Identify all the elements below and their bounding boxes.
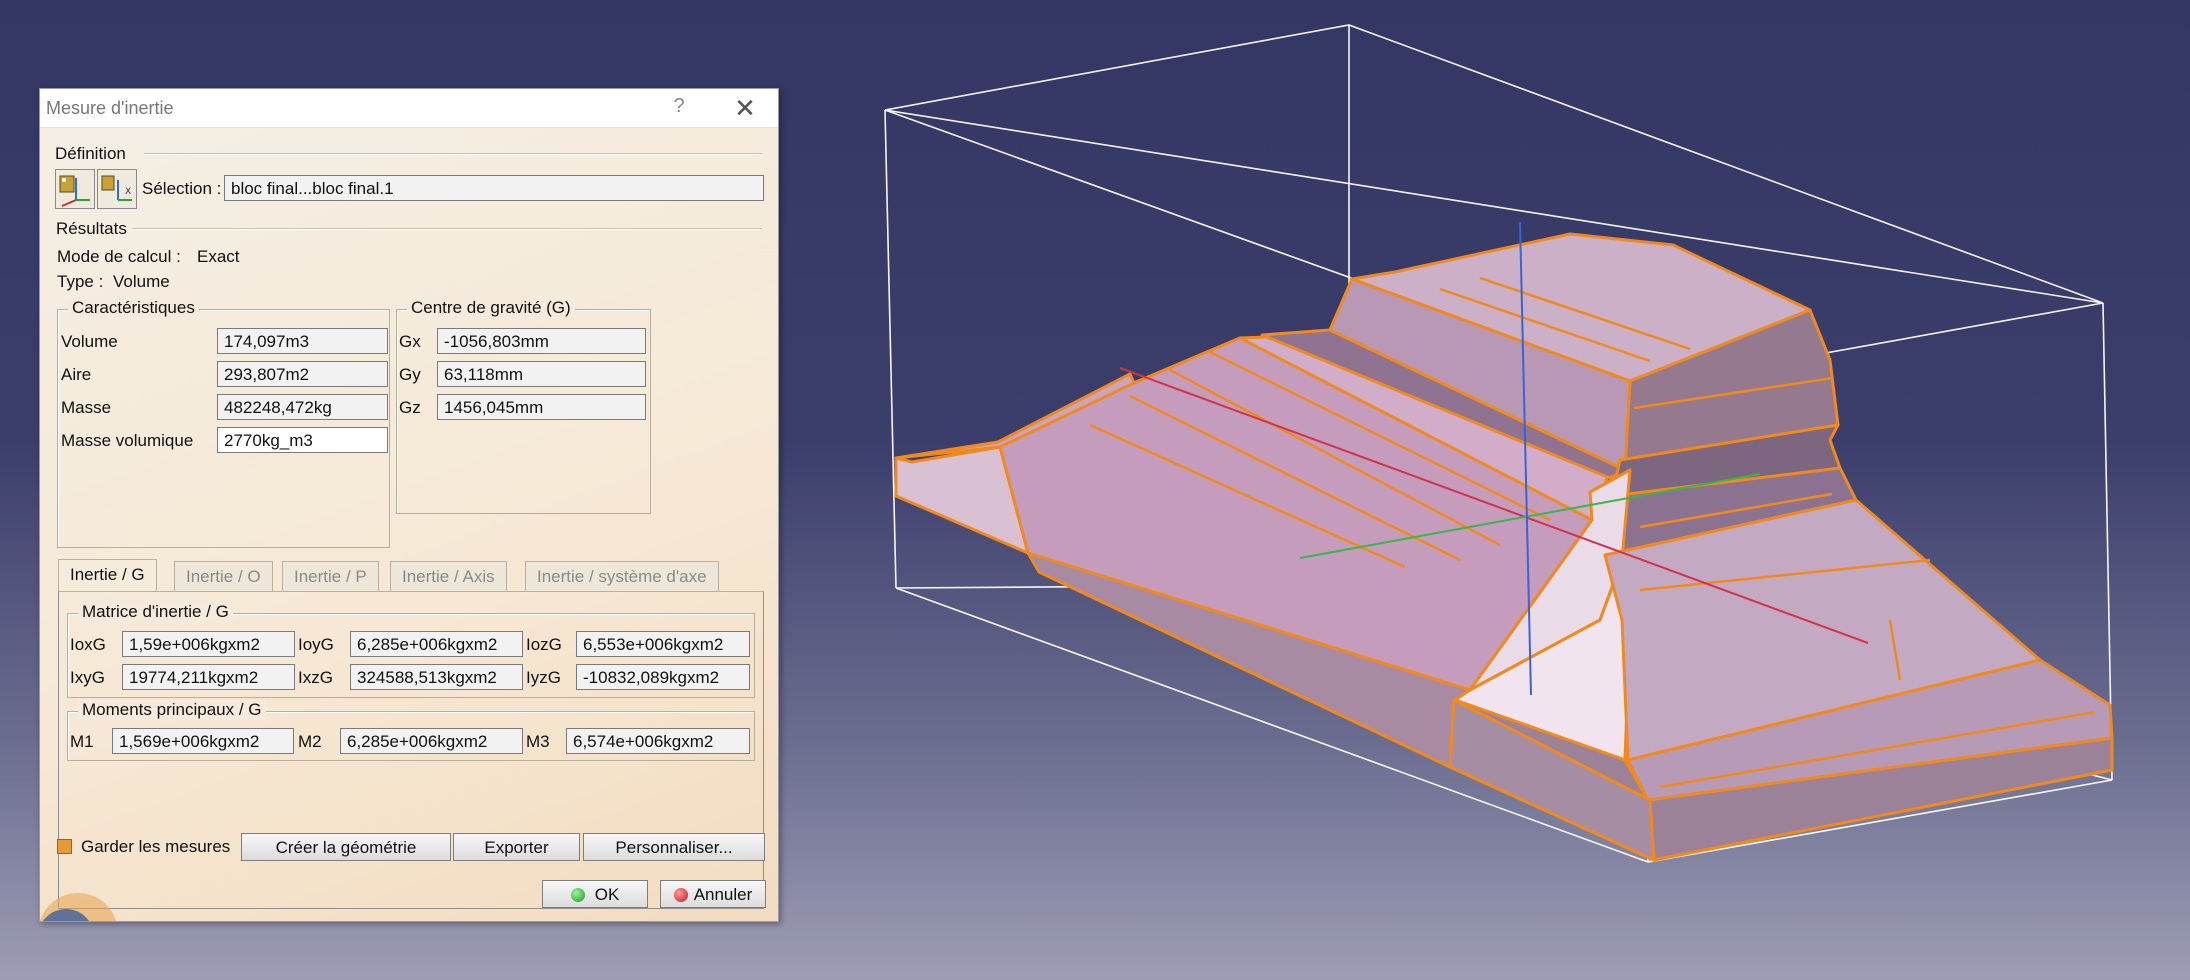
type-label: Type : (57, 272, 104, 291)
ixzg-label: IxzG (298, 668, 333, 687)
m3-label: M3 (526, 732, 550, 751)
ok-label: OK (594, 885, 620, 904)
tab-inertia-o[interactable]: Inertie / O (174, 561, 273, 591)
m1-field[interactable]: 1,569e+006kgxm2 (112, 728, 294, 754)
iozg-field[interactable]: 6,553e+006kgxm2 (576, 631, 750, 657)
gz-label: Gz (399, 398, 421, 417)
results-label: Résultats (56, 219, 127, 238)
ok-green-dot-icon (570, 888, 585, 902)
ixyg-field[interactable]: 19774,211kgxm2 (122, 664, 295, 690)
ok-button[interactable]: OK (542, 880, 648, 908)
tab-inertia-axis-system[interactable]: Inertie / système d'axe (525, 561, 719, 591)
gravity-center-title: Centre de gravité (G) (407, 298, 575, 318)
dialog-title: Mesure d'inertie (46, 98, 174, 118)
mode-label: Mode de calcul : (57, 247, 181, 266)
gx-field[interactable]: -1056,803mm (437, 328, 646, 354)
app-logo (40, 875, 116, 921)
measure-inertia-2d-icon[interactable]: X (97, 169, 137, 209)
cancel-red-dot-icon (673, 888, 688, 902)
measure-inertia-icon[interactable] (55, 169, 95, 209)
mode-value: Exact (197, 247, 240, 266)
ixzg-field[interactable]: 324588,513kgxm2 (350, 664, 523, 690)
inertia-measure-dialog: Mesure d'inertie ? ✕ Définition X Sélect… (39, 88, 779, 922)
m2-field[interactable]: 6,285e+006kgxm2 (340, 728, 523, 754)
dialog-title-bar[interactable]: Mesure d'inertie ? ✕ (40, 89, 778, 128)
m1-label: M1 (70, 732, 94, 751)
gx-label: Gx (399, 332, 421, 351)
density-label: Masse volumique (61, 431, 194, 450)
close-icon[interactable]: ✕ (730, 93, 760, 124)
ioyg-field[interactable]: 6,285e+006kgxm2 (350, 631, 523, 657)
definition-label: Définition (55, 144, 126, 163)
help-icon[interactable]: ? (664, 95, 694, 118)
density-field[interactable]: 2770kg_m3 (217, 427, 388, 453)
ioyg-label: IoyG (298, 635, 334, 654)
gz-field[interactable]: 1456,045mm (437, 394, 646, 420)
keep-measures-label: Garder les mesures (81, 837, 231, 856)
area-label: Aire (61, 365, 92, 384)
volume-field[interactable]: 174,097m3 (217, 328, 388, 354)
mass-field[interactable]: 482248,472kg (217, 394, 388, 420)
keep-measures-checkbox[interactable] (57, 839, 72, 854)
inertia-matrix-title: Matrice d'inertie / G (78, 602, 233, 622)
iozg-label: IozG (526, 635, 562, 654)
gy-field[interactable]: 63,118mm (437, 361, 646, 387)
iyzg-field[interactable]: -10832,089kgxm2 (576, 664, 750, 690)
ioxg-label: IoxG (70, 635, 106, 654)
svg-text:X: X (125, 187, 131, 197)
m2-label: M2 (298, 732, 322, 751)
cancel-label: Annuler (693, 885, 753, 904)
solid-part[interactable] (894, 232, 2114, 862)
create-geometry-button[interactable]: Créer la géométrie (241, 833, 451, 861)
export-button[interactable]: Exporter (453, 833, 580, 861)
gy-label: Gy (399, 365, 421, 384)
tab-inertia-p[interactable]: Inertie / P (282, 561, 379, 591)
cancel-button[interactable]: Annuler (660, 880, 766, 908)
volume-label: Volume (61, 332, 118, 351)
m3-field[interactable]: 6,574e+006kgxm2 (566, 728, 750, 754)
area-field[interactable]: 293,807m2 (217, 361, 388, 387)
selection-field[interactable]: bloc final...bloc final.1 (224, 175, 764, 201)
type-value: Volume (113, 272, 170, 291)
characteristics-title: Caractéristiques (68, 298, 199, 318)
ioxg-field[interactable]: 1,59e+006kgxm2 (122, 631, 295, 657)
tab-inertia-g[interactable]: Inertie / G (58, 559, 157, 592)
ixyg-label: IxyG (70, 668, 105, 687)
selection-label: Sélection : (142, 179, 222, 198)
mass-label: Masse (61, 398, 112, 417)
principal-moments-title: Moments principaux / G (78, 700, 266, 720)
iyzg-label: IyzG (526, 668, 561, 687)
tab-inertia-axis[interactable]: Inertie / Axis (390, 561, 507, 591)
customize-button[interactable]: Personnaliser... (583, 833, 765, 861)
